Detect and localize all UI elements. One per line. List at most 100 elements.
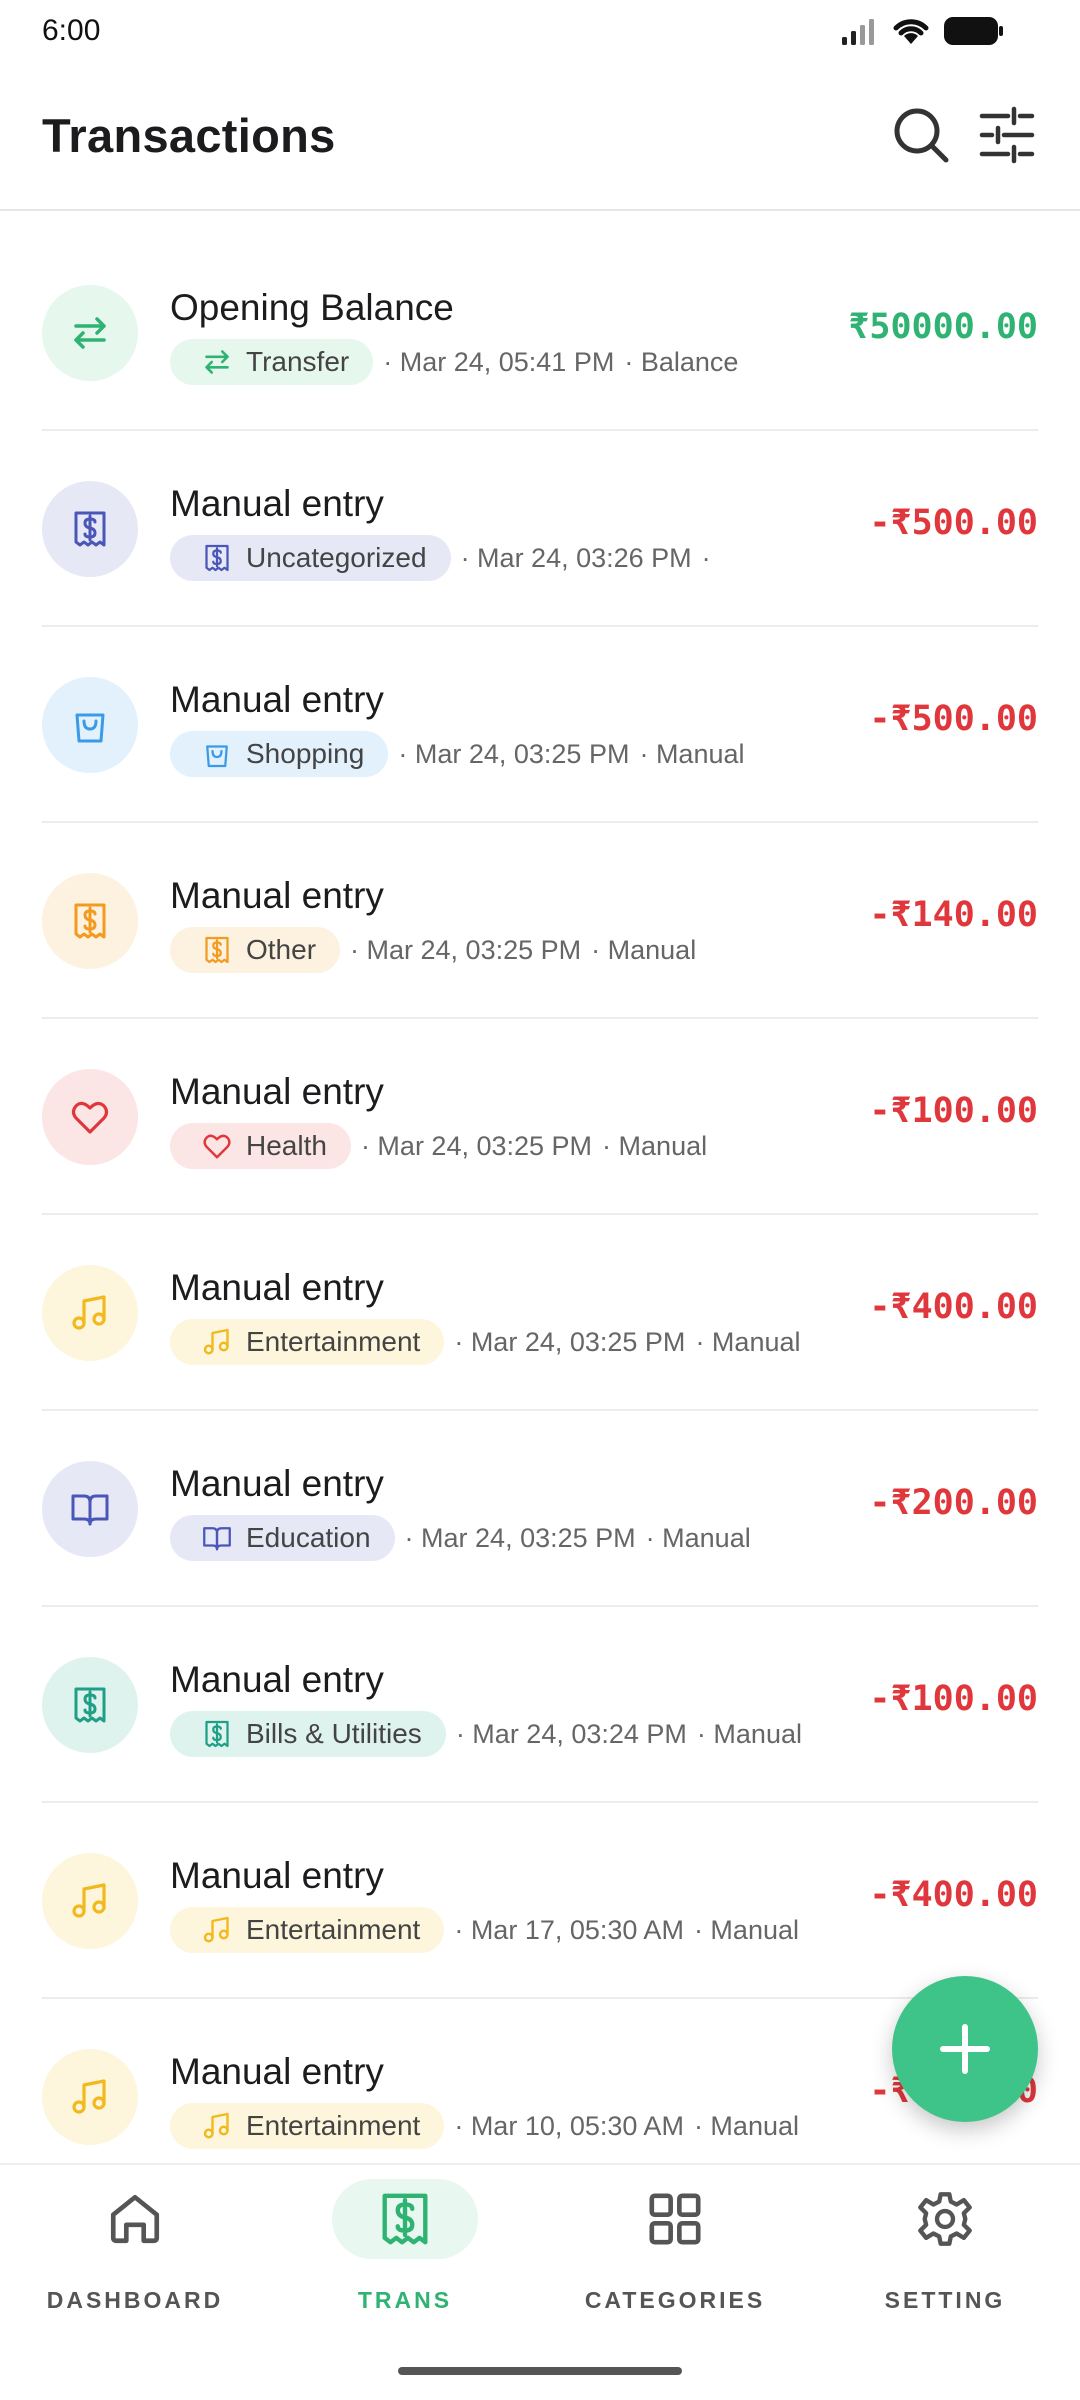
transaction-datetime: · Mar 24, 05:41 PM [383,346,615,377]
transaction-row[interactable]: Manual entry Education · Mar 24, 03:25 PM ·… [42,1411,1038,1607]
gear-icon [872,2179,1018,2259]
transaction-meta: Entertainment · Mar 10, 05:30 AM · Manual [170,2103,799,2149]
transaction-amount: -₹500.00 [869,503,1038,543]
heart-icon [42,1069,138,1165]
transaction-row[interactable]: Manual entry Entertainment · Mar 10, 05:30… [42,1999,1038,2163]
grid-icon [602,2179,748,2259]
bottom-nav: DASHBOARD TRANS CATEGORIES SETTING [0,2163,1080,2400]
receipt-icon [42,1657,138,1753]
nav-label: SETTING [884,2287,1006,2313]
transaction-source: · Manual [639,738,745,769]
transaction-title: Manual entry [170,1463,384,1504]
book-open-icon [42,1461,138,1557]
transaction-row[interactable]: Manual entry Entertainment · Mar 24, 03:25… [42,1215,1038,1411]
transaction-source: · Manual [693,1914,799,1945]
plus-icon [940,2024,990,2074]
add-transaction-button[interactable] [892,1976,1038,2122]
nav-label: TRANS [357,2287,453,2313]
transaction-source: · Balance [624,346,739,377]
wifi-icon [893,19,929,44]
nav-item-setting[interactable]: SETTING [820,2179,1070,2329]
arrows-exchange-icon [42,285,138,381]
receipt-icon [332,2179,478,2259]
category-label: Shopping [246,738,365,769]
transaction-meta: Uncategorized · Mar 24, 03:26 PM · [170,535,711,581]
transaction-meta: Transfer · Mar 24, 05:41 PM · Balance [170,339,738,385]
transaction-meta: Health · Mar 24, 03:25 PM · Manual [170,1123,707,1169]
transaction-source: · Manual [696,1718,802,1749]
page-title: Transactions [42,109,336,162]
transaction-row[interactable]: Manual entry Health · Mar 24, 03:25 PM · Ma… [42,1019,1038,1215]
battery-icon [944,17,1003,45]
transaction-row[interactable]: Manual entry Shopping · Mar 24, 03:25 PM · … [42,627,1038,823]
shopping-bag-icon [202,739,232,769]
category-label: Education [246,1522,371,1553]
nav-label: CATEGORIES [584,2287,766,2313]
category-chip: Transfer [170,339,374,385]
transaction-amount: -₹100.00 [869,1091,1038,1131]
transaction-row[interactable]: Opening Balance Transfer · Mar 24, 05:41 P… [42,235,1038,431]
transaction-amount: -₹400.00 [869,1875,1038,1915]
receipt-icon [202,1719,232,1749]
transaction-amount: ₹50000.00 [848,307,1038,347]
nav-item-dashboard[interactable]: DASHBOARD [10,2179,260,2329]
transaction-meta: Entertainment · Mar 17, 05:30 AM · Manual [170,1907,799,1953]
receipt-icon [42,481,138,577]
home-indicator [398,2367,682,2375]
category-chip: Shopping [170,731,389,777]
category-chip: Uncategorized [170,535,451,581]
category-chip: Bills & Utilities [170,1711,446,1757]
transaction-amount: -₹140.00 [869,895,1038,935]
category-label: Health [246,1130,327,1161]
transaction-source: · [701,542,711,573]
transaction-source: · Manual [645,1522,751,1553]
transaction-datetime: · Mar 24, 03:24 PM [455,1718,687,1749]
home-icon [62,2179,208,2259]
transaction-datetime: · Mar 24, 03:25 PM [454,1326,686,1357]
shopping-bag-icon [42,677,138,773]
music-note-icon [202,1327,232,1357]
transaction-list[interactable]: Opening Balance Transfer · Mar 24, 05:41 P… [0,213,1080,2163]
search-button[interactable] [886,100,956,170]
transaction-amount: -₹100.00 [869,1679,1038,1719]
receipt-icon [42,873,138,969]
music-note-icon [42,2049,138,2145]
category-label: Other [246,934,317,965]
transaction-title: Manual entry [170,1071,384,1112]
transaction-title: Manual entry [170,483,384,524]
filter-button[interactable] [972,100,1042,170]
transaction-title: Manual entry [170,679,384,720]
signal-icon [842,19,874,45]
nav-item-trans[interactable]: TRANS [280,2179,530,2329]
status-time: 6:00 [42,14,101,47]
category-label: Entertainment [246,1326,421,1357]
category-chip: Entertainment [170,1907,445,1953]
transaction-meta: Shopping · Mar 24, 03:25 PM · Manual [170,731,745,777]
transaction-datetime: · Mar 24, 03:25 PM [398,738,630,769]
music-note-icon [42,1853,138,1949]
nav-item-categories[interactable]: CATEGORIES [550,2179,800,2329]
transaction-title: Manual entry [170,1855,384,1896]
category-chip: Entertainment [170,2103,445,2149]
transaction-title: Opening Balance [170,287,454,328]
transaction-row[interactable]: Manual entry Other · Mar 24, 03:25 PM · Man… [42,823,1038,1019]
category-label: Uncategorized [246,542,427,573]
transaction-row[interactable]: Manual entry Entertainment · Mar 17, 05:30… [42,1803,1038,1999]
transaction-meta: Other · Mar 24, 03:25 PM · Manual [170,927,696,973]
category-label: Transfer [246,346,350,377]
book-open-icon [202,1523,232,1553]
transaction-row[interactable]: Manual entry Bills & Utilities · Mar 24, 0… [42,1607,1038,1803]
transaction-meta: Entertainment · Mar 24, 03:25 PM · Manual [170,1319,800,1365]
transaction-row[interactable]: Manual entry Uncategorized · Mar 24, 03:26… [42,431,1038,627]
transaction-datetime: · Mar 24, 03:26 PM [460,542,692,573]
transaction-meta: Education · Mar 24, 03:25 PM · Manual [170,1515,751,1561]
transaction-title: Manual entry [170,1659,384,1700]
status-bar: 6:00 [0,0,1080,64]
category-chip: Education [170,1515,395,1561]
category-chip: Entertainment [170,1319,445,1365]
search-icon [894,108,949,163]
transaction-amount: -₹200.00 [869,1483,1038,1523]
category-label: Entertainment [246,2110,421,2141]
transaction-amount: -₹500.00 [869,699,1038,739]
category-label: Entertainment [246,1914,421,1945]
